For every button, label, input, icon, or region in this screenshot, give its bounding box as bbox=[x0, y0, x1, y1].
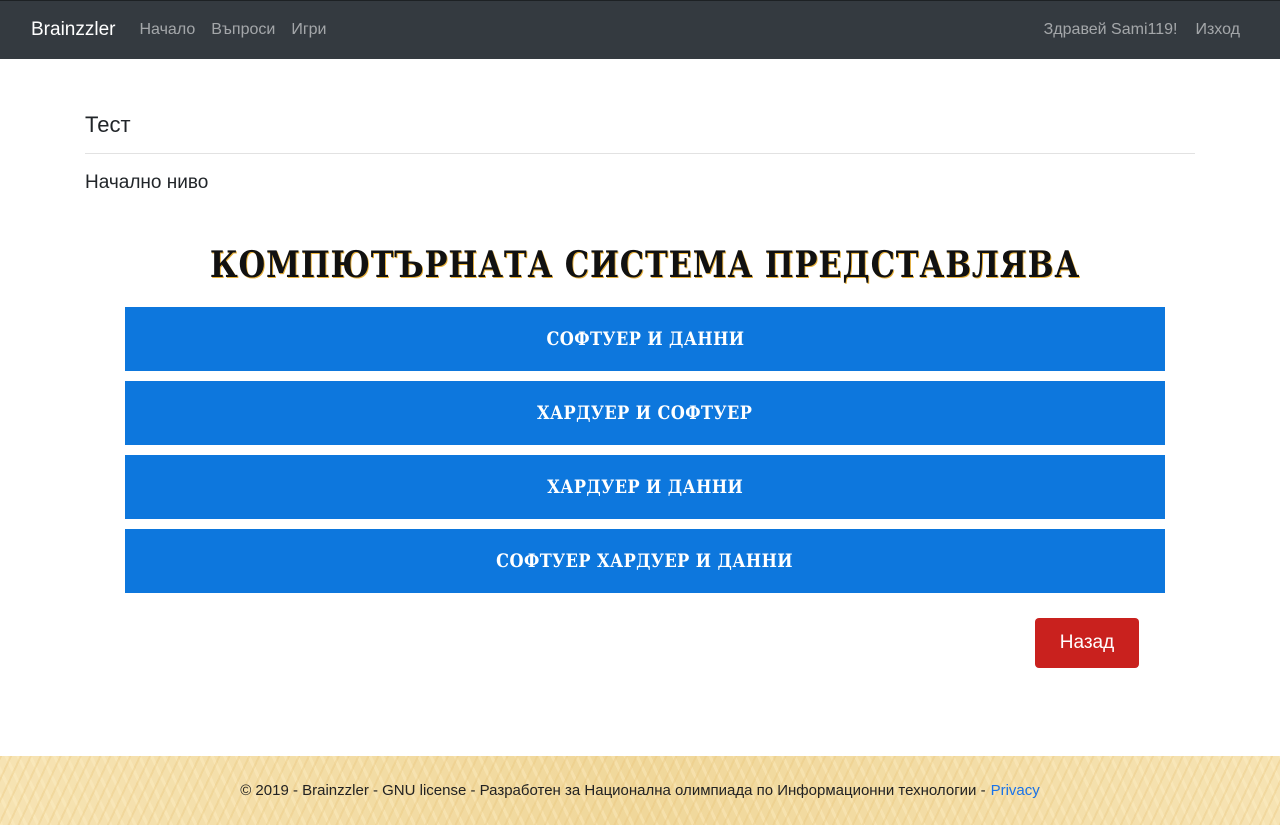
answer-label: ХАРДУЕР И СОФТУЕР bbox=[537, 402, 753, 424]
brand-link[interactable]: Brainzzler bbox=[31, 19, 115, 41]
answer-label: СОФТУЕР И ДАННИ bbox=[546, 328, 744, 350]
answer-option[interactable]: СОФТУЕР И ДАННИ bbox=[125, 307, 1165, 371]
page-footer: © 2019 - Brainzzler - GNU license - Разр… bbox=[0, 756, 1280, 825]
nav-link-games[interactable]: Игри bbox=[291, 21, 326, 39]
footer-text: © 2019 - Brainzzler - GNU license - Разр… bbox=[240, 782, 986, 799]
privacy-link[interactable]: Privacy bbox=[991, 782, 1040, 799]
logout-link[interactable]: Изход bbox=[1195, 21, 1240, 39]
top-navbar: Brainzzler Начало Въпроси Игри Здравей S… bbox=[0, 0, 1280, 59]
user-greeting: Здравей Sami119! bbox=[1043, 21, 1178, 38]
answer-label: ХАРДУЕР И ДАННИ bbox=[547, 476, 743, 498]
answer-option[interactable]: ХАРДУЕР И ДАННИ bbox=[125, 455, 1165, 519]
answer-list: СОФТУЕР И ДАННИ ХАРДУЕР И СОФТУЕР ХАРДУЕ… bbox=[125, 307, 1165, 603]
question-text: КОМПЮТЪРНАТА СИСТЕМА ПРЕДСТАВЛЯВА bbox=[209, 244, 1081, 286]
answer-label: СОФТУЕР ХАРДУЕР И ДАННИ bbox=[496, 550, 794, 572]
back-button[interactable]: Назад bbox=[1035, 618, 1139, 668]
answer-option[interactable]: СОФТУЕР ХАРДУЕР И ДАННИ bbox=[125, 529, 1165, 593]
page-title: Тест bbox=[85, 112, 131, 137]
title-divider bbox=[85, 153, 1195, 154]
nav-link-questions[interactable]: Въпроси bbox=[211, 21, 275, 39]
answer-option[interactable]: ХАРДУЕР И СОФТУЕР bbox=[125, 381, 1165, 445]
level-heading: Начално ниво bbox=[85, 172, 209, 193]
nav-right-group: Здравей Sami119! Изход bbox=[1044, 21, 1240, 39]
nav-link-home[interactable]: Начало bbox=[139, 21, 195, 39]
